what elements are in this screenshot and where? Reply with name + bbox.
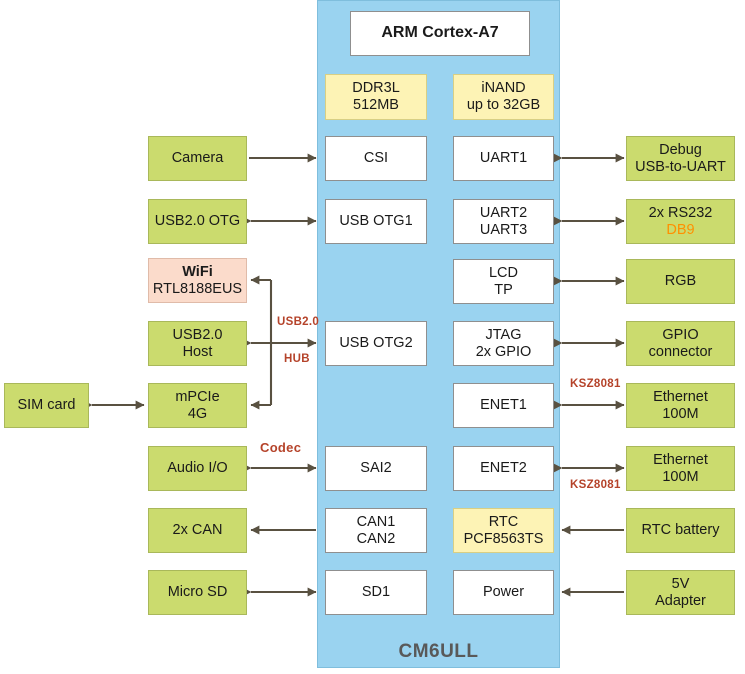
- block-uart1: UART1: [453, 136, 554, 181]
- block-2x-can: 2x CAN: [148, 508, 247, 553]
- block-label-line1: SAI2: [360, 460, 392, 477]
- block-debug-usb-to-uart: Debug USB-to-UART: [626, 136, 735, 181]
- block-label-line1: UART1: [479, 150, 528, 167]
- block-rtc-pcf8563ts: RTC PCF8563TS: [453, 508, 554, 553]
- block-enet2: ENET2: [453, 446, 554, 491]
- block-mpcie-4g: mPCIe 4G: [148, 383, 247, 428]
- soc-title: CM6ULL: [398, 641, 479, 662]
- block-sd1: SD1: [325, 570, 427, 615]
- usb20-bus-label: USB2.0: [277, 316, 320, 328]
- block-label-line1: Ethernet: [653, 388, 708, 405]
- block-label-line1: WiFi: [182, 263, 213, 280]
- block-sai2: SAI2: [325, 446, 427, 491]
- block-usb-otg1: USB OTG1: [325, 199, 427, 244]
- block-label-line1: USB OTG2: [339, 335, 413, 352]
- block-label-line1: iNAND: [481, 80, 526, 97]
- block-usb-otg2: USB OTG2: [325, 321, 427, 366]
- block-label-line2: RTL8188EUS: [152, 280, 243, 297]
- block-label-line1: RTC: [488, 513, 519, 530]
- block-inand: iNAND up to 32GB: [453, 74, 554, 120]
- block-micro-sd: Micro SD: [148, 570, 247, 615]
- hub-bus-label: HUB: [284, 353, 310, 365]
- block-label-line1: CSI: [363, 150, 389, 167]
- block-uart2-uart3: UART2 UART3: [453, 199, 554, 244]
- block-label-line1: Audio I/O: [167, 460, 228, 477]
- block-label-line1: ENET2: [480, 460, 527, 477]
- block-label-line2: 100M: [662, 405, 699, 422]
- block-ethernet-100m-2: Ethernet 100M: [626, 446, 735, 491]
- block-label-line1: Ethernet: [653, 451, 708, 468]
- block-label-line1: ARM Cortex-A7: [381, 24, 499, 42]
- block-label-line1: RGB: [664, 273, 697, 290]
- block-ddr3l: DDR3L 512MB: [325, 74, 427, 120]
- block-label-line2: up to 32GB: [466, 97, 541, 113]
- block-label-line1: 2x CAN: [172, 522, 223, 539]
- block-csi: CSI: [325, 136, 427, 181]
- block-label-line1: mPCIe: [175, 388, 220, 405]
- block-label-line2: DB9: [666, 221, 695, 238]
- codec-bus-label: Codec: [260, 440, 302, 455]
- block-label-line2: CAN2: [356, 530, 396, 547]
- block-jtag-gpio: JTAG 2x GPIO: [453, 321, 554, 366]
- block-label-line2: 512MB: [353, 97, 399, 113]
- block-rgb: RGB: [626, 259, 735, 304]
- block-2x-rs232-db9: 2x RS232 DB9: [626, 199, 735, 244]
- block-label-line1: USB2.0 OTG: [154, 213, 241, 230]
- block-power: Power: [453, 570, 554, 615]
- block-can1-can2: CAN1 CAN2: [325, 508, 427, 553]
- block-label-line1: 5V: [671, 575, 690, 592]
- block-label-line2: connector: [648, 343, 713, 360]
- block-label-line2: TP: [494, 281, 513, 298]
- ksz8081-enet1-label: KSZ8081: [570, 378, 621, 390]
- block-diagram: ARM Cortex-A7 DDR3L 512MB iNAND up to 32…: [0, 0, 745, 674]
- block-audio-io: Audio I/O: [148, 446, 247, 491]
- block-ethernet-100m-1: Ethernet 100M: [626, 383, 735, 428]
- block-label-line1: USB OTG1: [339, 213, 413, 230]
- block-gpio-connector: GPIO connector: [626, 321, 735, 366]
- ksz8081-enet2-label: KSZ8081: [570, 479, 621, 491]
- block-label-line1: Micro SD: [167, 584, 228, 601]
- block-label-line2: Adapter: [655, 592, 706, 609]
- block-label-line1: SD1: [361, 584, 391, 601]
- block-enet1: ENET1: [453, 383, 554, 428]
- block-usb20-otg: USB2.0 OTG: [148, 199, 247, 244]
- block-label-line1: UART2: [479, 204, 528, 221]
- block-label-line1: Power: [482, 584, 525, 601]
- block-label-line1: Camera: [171, 150, 224, 167]
- block-rtc-battery: RTC battery: [626, 508, 735, 553]
- block-label-line2: 100M: [662, 468, 699, 485]
- block-sim-card: SIM card: [4, 383, 89, 428]
- block-label-line1: JTAG: [485, 326, 522, 343]
- block-label-line1: SIM card: [17, 397, 76, 414]
- block-label-line2: 2x GPIO: [475, 343, 532, 360]
- block-arm-cortex-a7: ARM Cortex-A7: [350, 11, 530, 56]
- block-label-line1: GPIO: [662, 326, 699, 343]
- block-label-line1: Debug: [659, 141, 702, 158]
- block-label-line1: RTC battery: [641, 522, 720, 539]
- block-label-line1: DDR3L: [352, 80, 400, 97]
- block-label-line1: ENET1: [480, 397, 527, 414]
- block-label-line2: UART3: [479, 221, 528, 238]
- block-wifi-rtl8188eus: WiFi RTL8188EUS: [148, 258, 247, 303]
- block-5v-adapter: 5V Adapter: [626, 570, 735, 615]
- block-label-line1: LCD: [488, 264, 518, 281]
- block-camera: Camera: [148, 136, 247, 181]
- block-label-line1: 2x RS232: [648, 204, 713, 221]
- block-label-line2: PCF8563TS: [463, 530, 544, 547]
- block-usb20-host: USB2.0 Host: [148, 321, 247, 366]
- block-label-line1: USB2.0: [172, 326, 223, 343]
- block-label-line2: USB-to-UART: [635, 158, 726, 175]
- block-label-line2: Host: [182, 343, 213, 360]
- block-label-line2: 4G: [187, 405, 208, 422]
- block-label-line1: CAN1: [356, 513, 396, 530]
- block-lcd-tp: LCD TP: [453, 259, 554, 304]
